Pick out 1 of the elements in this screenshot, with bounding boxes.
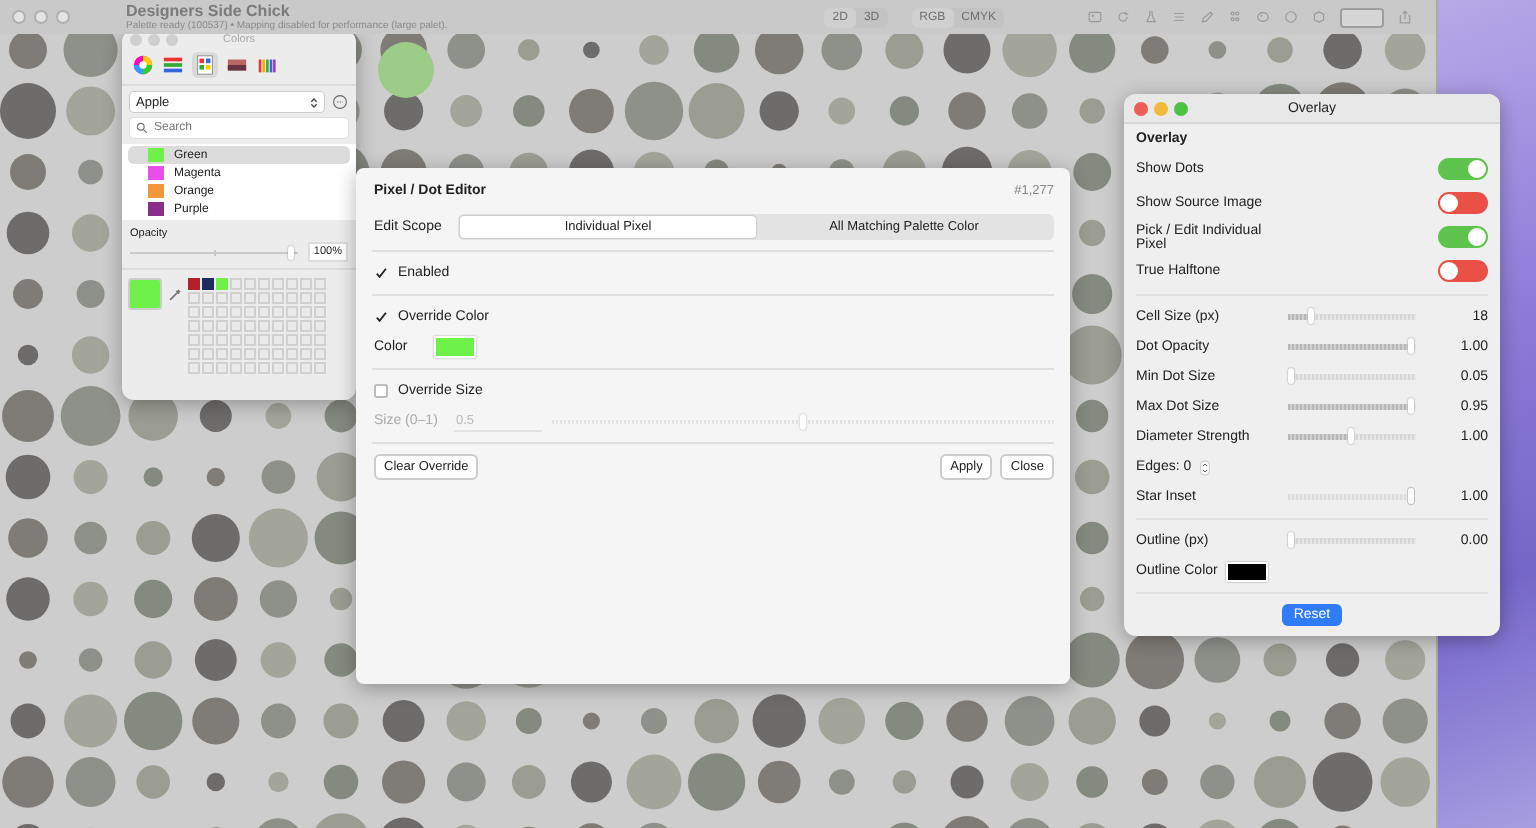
- window-title: Designers Side Chick: [126, 3, 292, 19]
